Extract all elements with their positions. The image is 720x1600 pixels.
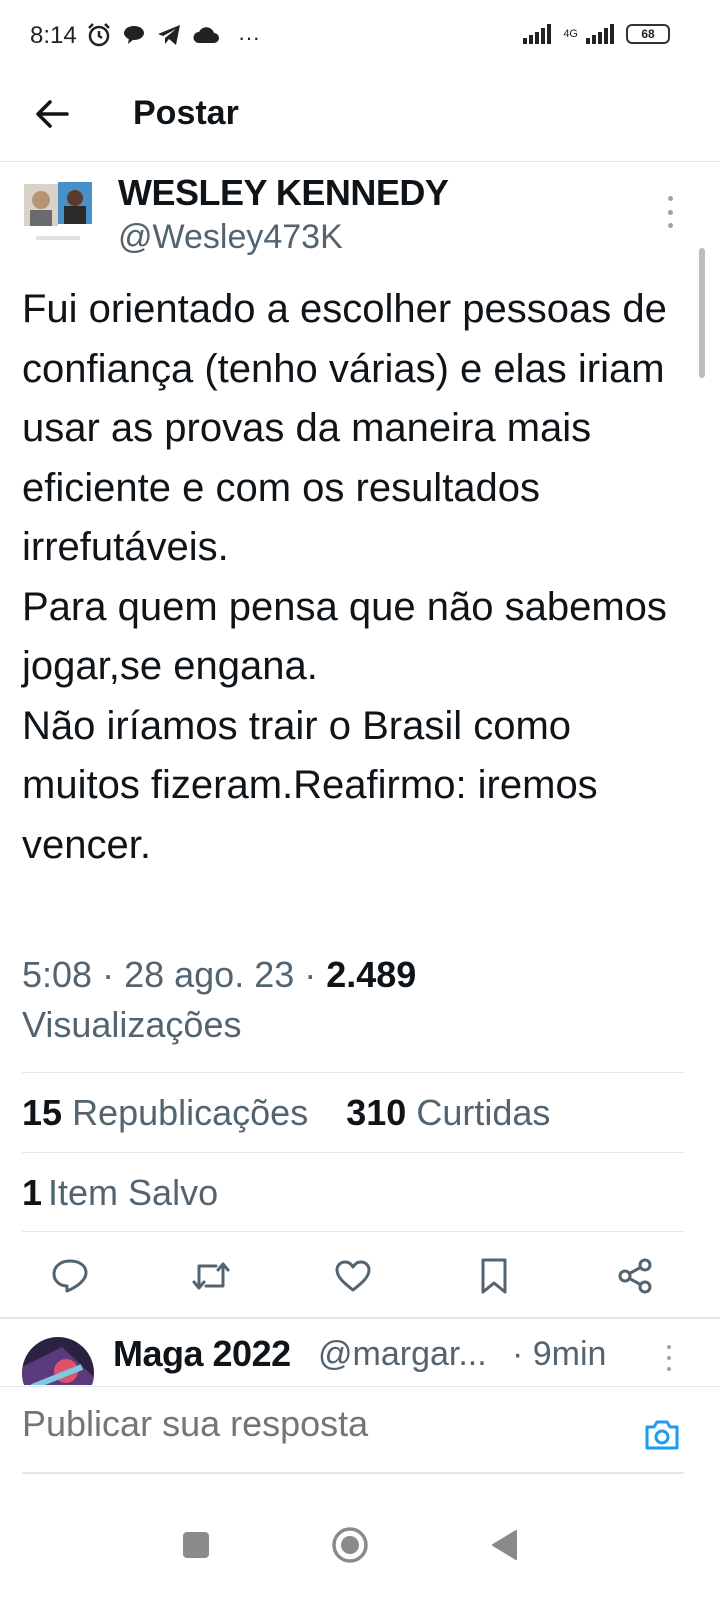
post-meta: 5:08 · 28 ago. 23 · 2.489 Visualizações (22, 954, 417, 1045)
alarm-icon (86, 22, 112, 54)
notification-icons: ··· (86, 22, 260, 54)
reply-icon (52, 1259, 88, 1293)
bookmark-icon (481, 1258, 507, 1294)
post-date: 28 ago. 23 (124, 954, 295, 995)
post-text: Fui orientado a escolher pessoas de conf… (22, 287, 667, 867)
arrow-left-icon (36, 100, 69, 128)
signal-icon-2 (586, 24, 614, 44)
author-name[interactable]: WESLEY KENNEDY (118, 172, 449, 214)
repost-button[interactable] (189, 1254, 233, 1298)
more-vertical-icon (667, 196, 673, 201)
share-icon (618, 1258, 652, 1294)
author-handle[interactable]: @Wesley473K (118, 218, 343, 257)
more-vertical-icon (667, 1345, 671, 1349)
post-actions (0, 1246, 720, 1306)
page-title: Postar (133, 94, 239, 132)
reply-preview[interactable]: Maga 2022 @margar... · 9min (0, 1319, 720, 1385)
likes-stat[interactable]: 310 Curtidas (346, 1092, 550, 1133)
status-bar: 8:14 ··· 4G 68 (0, 0, 720, 78)
divider (22, 1072, 684, 1073)
system-back-button[interactable] (479, 1520, 529, 1570)
reply-time: · 9min (512, 1335, 607, 1373)
engagement-stats: 15 Republicações 310 Curtidas (22, 1092, 550, 1134)
back-button[interactable] (28, 90, 76, 138)
home-button[interactable] (325, 1520, 375, 1570)
signal-icon (523, 24, 552, 44)
post-time: 5:08 (22, 954, 93, 995)
share-button[interactable] (613, 1254, 657, 1298)
reposts-count: 15 (22, 1092, 63, 1133)
cloud-icon (192, 24, 220, 52)
saves-count: 1 (22, 1172, 43, 1213)
like-button[interactable] (331, 1254, 375, 1298)
camera-icon (645, 1420, 679, 1450)
system-navigation-bar (0, 1490, 720, 1600)
home-circle-icon (332, 1527, 368, 1563)
divider (22, 1152, 684, 1153)
triangle-back-icon (492, 1530, 517, 1560)
bookmark-button[interactable] (472, 1254, 516, 1298)
more-notifications-indicator: ··· (238, 25, 260, 50)
telegram-icon (156, 23, 182, 53)
reposts-label: Republicações (72, 1092, 309, 1133)
likes-label: Curtidas (416, 1092, 551, 1133)
likes-count: 310 (346, 1092, 407, 1133)
reply-author-name[interactable]: Maga 2022 (113, 1333, 291, 1375)
status-time: 8:14 (30, 22, 77, 49)
like-icon (335, 1260, 371, 1292)
reply-more-button[interactable] (664, 1345, 674, 1371)
battery-icon: 68 (626, 24, 670, 44)
top-app-bar: Postar (0, 78, 720, 162)
composer-underline (22, 1472, 684, 1474)
saves-label: Item Salvo (48, 1172, 219, 1213)
avatar[interactable] (22, 182, 94, 254)
views-count: 2.489 (326, 954, 417, 995)
scrollbar[interactable] (699, 248, 705, 378)
reply-input[interactable] (22, 1403, 622, 1445)
reply-composer (0, 1386, 720, 1474)
views-label: Visualizações (22, 1004, 242, 1045)
reposts-stat[interactable]: 15 Republicações (22, 1092, 308, 1133)
more-options-button[interactable] (660, 196, 680, 228)
saves-stat[interactable]: 1 Item Salvo (22, 1172, 218, 1214)
reply-avatar[interactable] (22, 1337, 94, 1385)
divider (22, 1231, 684, 1232)
reply-author-handle[interactable]: @margar... (318, 1335, 487, 1374)
recents-button[interactable] (171, 1520, 221, 1570)
chat-icon (122, 23, 146, 53)
repost-icon (192, 1262, 230, 1290)
battery-level: 68 (641, 27, 655, 41)
network-type-label: 4G (563, 28, 578, 40)
system-indicators: 4G 68 (523, 24, 670, 44)
camera-button[interactable] (640, 1415, 684, 1455)
square-icon (183, 1532, 209, 1558)
reply-button[interactable] (48, 1254, 92, 1298)
